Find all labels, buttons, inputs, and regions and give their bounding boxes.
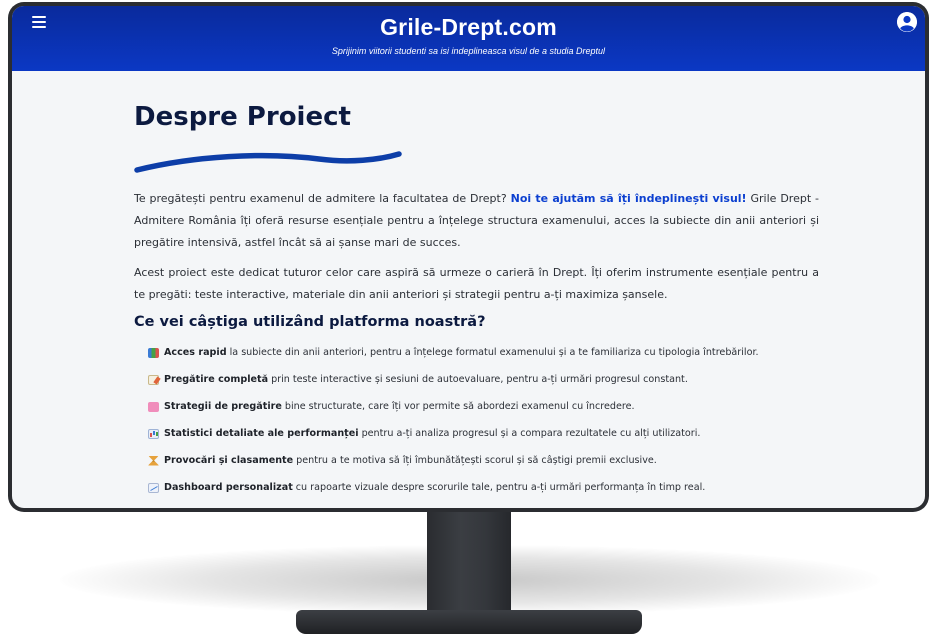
feature-title: Strategii de pregătire: [164, 401, 282, 412]
feature-title: Statistici detaliate ale performanței: [164, 428, 359, 439]
feature-title: Dashboard personalizat: [164, 482, 293, 493]
feature-title: Provocări și clasamente: [164, 455, 294, 466]
hourglass-icon: [148, 455, 159, 466]
feature-text: la subiecte din anii anteriori, pentru a…: [229, 347, 759, 358]
intro-highlight: Noi te ajutăm să îți îndeplinești visul!: [510, 192, 747, 205]
monitor-stand-base: [296, 610, 642, 634]
site-header: Grile-Drept.com Sprijinim viitorii stude…: [12, 6, 925, 71]
feature-text: bine structurate, care îți vor permite s…: [284, 401, 635, 412]
feature-title: Pregătire completă: [164, 374, 269, 385]
benefits-list: Acces rapid la subiecte din anii anterio…: [148, 339, 828, 501]
monitor-screen: Grile-Drept.com Sprijinim viitorii stude…: [12, 6, 925, 508]
feature-text: cu rapoarte vizuale despre scorurile tal…: [295, 482, 706, 493]
memo-icon: [148, 374, 159, 385]
feature-text: pentru a te motiva să îți îmbunătățești …: [296, 455, 657, 466]
title-underline-decoration: [134, 151, 402, 173]
list-item: Provocări și clasamente pentru a te moti…: [148, 447, 828, 474]
intro-text-start: Te pregătești pentru examenul de admiter…: [134, 192, 511, 205]
project-paragraph: Acest proiect este dedicat tuturor celor…: [134, 266, 819, 301]
page-title: Despre Proiect: [134, 102, 351, 132]
list-item: Pregătire completă prin teste interactiv…: [148, 366, 828, 393]
feature-text: pentru a-ți analiza progresul și a compa…: [361, 428, 701, 439]
site-title[interactable]: Grile-Drept.com: [12, 14, 925, 41]
monitor-stand-neck: [427, 511, 511, 611]
list-item: Acces rapid la subiecte din anii anterio…: [148, 339, 828, 366]
benefits-heading: Ce vei câștiga utilizând platforma noast…: [134, 314, 486, 330]
books-icon: [148, 347, 159, 358]
bar-chart-icon: [148, 428, 159, 439]
feature-text: prin teste interactive și sesiuni de aut…: [271, 374, 688, 385]
trend-chart-icon: [148, 482, 159, 493]
list-item: Statistici detaliate ale performanței pe…: [148, 420, 828, 447]
list-item: Strategii de pregătire bine structurate,…: [148, 393, 828, 420]
site-tagline: Sprijinim viitorii studenti sa isi indep…: [331, 46, 606, 56]
brain-icon: [148, 401, 159, 412]
list-item: Dashboard personalizat cu rapoarte vizua…: [148, 474, 828, 501]
intro-paragraph: Te pregătești pentru examenul de admiter…: [134, 188, 819, 254]
user-circle-icon[interactable]: [897, 12, 917, 32]
feature-title: Acces rapid: [164, 347, 227, 358]
